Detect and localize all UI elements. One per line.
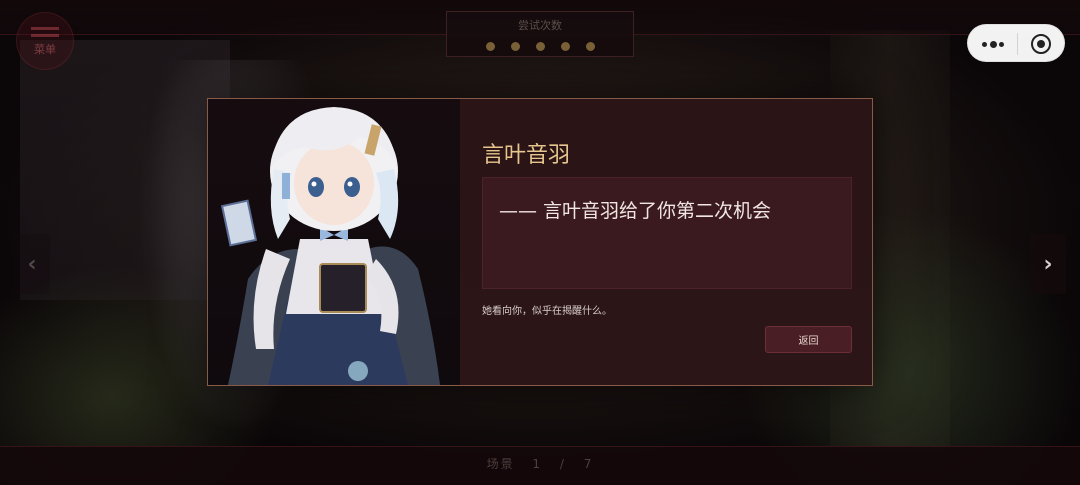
character-dialog: 言叶音羽 —— 言叶音羽给了你第二次机会 她看向你，似乎在揭醒什么。 返回 <box>207 98 873 386</box>
menu-icon-bar <box>31 27 59 30</box>
scene-indicator: 场景 1 / 7 <box>0 455 1080 472</box>
dialog-info-panel: 言叶音羽 —— 言叶音羽给了你第二次机会 她看向你，似乎在揭醒什么。 返回 <box>460 99 872 385</box>
attempt-dot <box>510 42 520 51</box>
attempt-dot <box>585 42 595 51</box>
attempt-dot <box>485 42 495 51</box>
prev-scene-button[interactable]: ‹ <box>14 234 50 294</box>
miniprogram-capsule <box>967 24 1065 62</box>
narration-text: 她看向你，似乎在揭醒什么。 <box>482 306 612 317</box>
attempts-panel: 尝试次数 <box>446 11 634 57</box>
anime-girl-portrait-icon <box>220 107 440 385</box>
attempt-dot <box>535 42 545 51</box>
game-stage: 菜单 尝试次数 ‹ › 场景 1 / 7 言叶音羽 —— 言叶音羽给了你第二次机… <box>0 0 1080 485</box>
scene-total: 7 <box>583 457 594 471</box>
character-name: 言叶音羽 <box>482 143 571 168</box>
close-miniprogram-icon[interactable] <box>1031 34 1051 54</box>
scene-current: 1 <box>532 457 543 471</box>
chevron-right-icon: › <box>1043 251 1053 277</box>
menu-icon-bar <box>31 34 59 37</box>
scene-label: 场景 <box>486 457 515 471</box>
more-options-icon[interactable] <box>982 36 1004 52</box>
menu-button[interactable]: 菜单 <box>16 12 74 70</box>
next-scene-button[interactable]: › <box>1030 234 1066 294</box>
speech-box: —— 言叶音羽给了你第二次机会 <box>482 177 852 289</box>
attempt-dot <box>560 42 570 51</box>
scene-separator: / <box>559 457 566 471</box>
chevron-left-icon: ‹ <box>27 251 37 277</box>
character-portrait <box>208 99 460 385</box>
attempts-dots <box>447 42 633 51</box>
return-button[interactable]: 返回 <box>765 326 852 353</box>
attempts-title: 尝试次数 <box>518 19 562 32</box>
capsule-divider <box>1017 33 1018 55</box>
menu-label: 菜单 <box>34 43 56 56</box>
speech-text: —— 言叶音羽给了你第二次机会 <box>499 200 772 222</box>
